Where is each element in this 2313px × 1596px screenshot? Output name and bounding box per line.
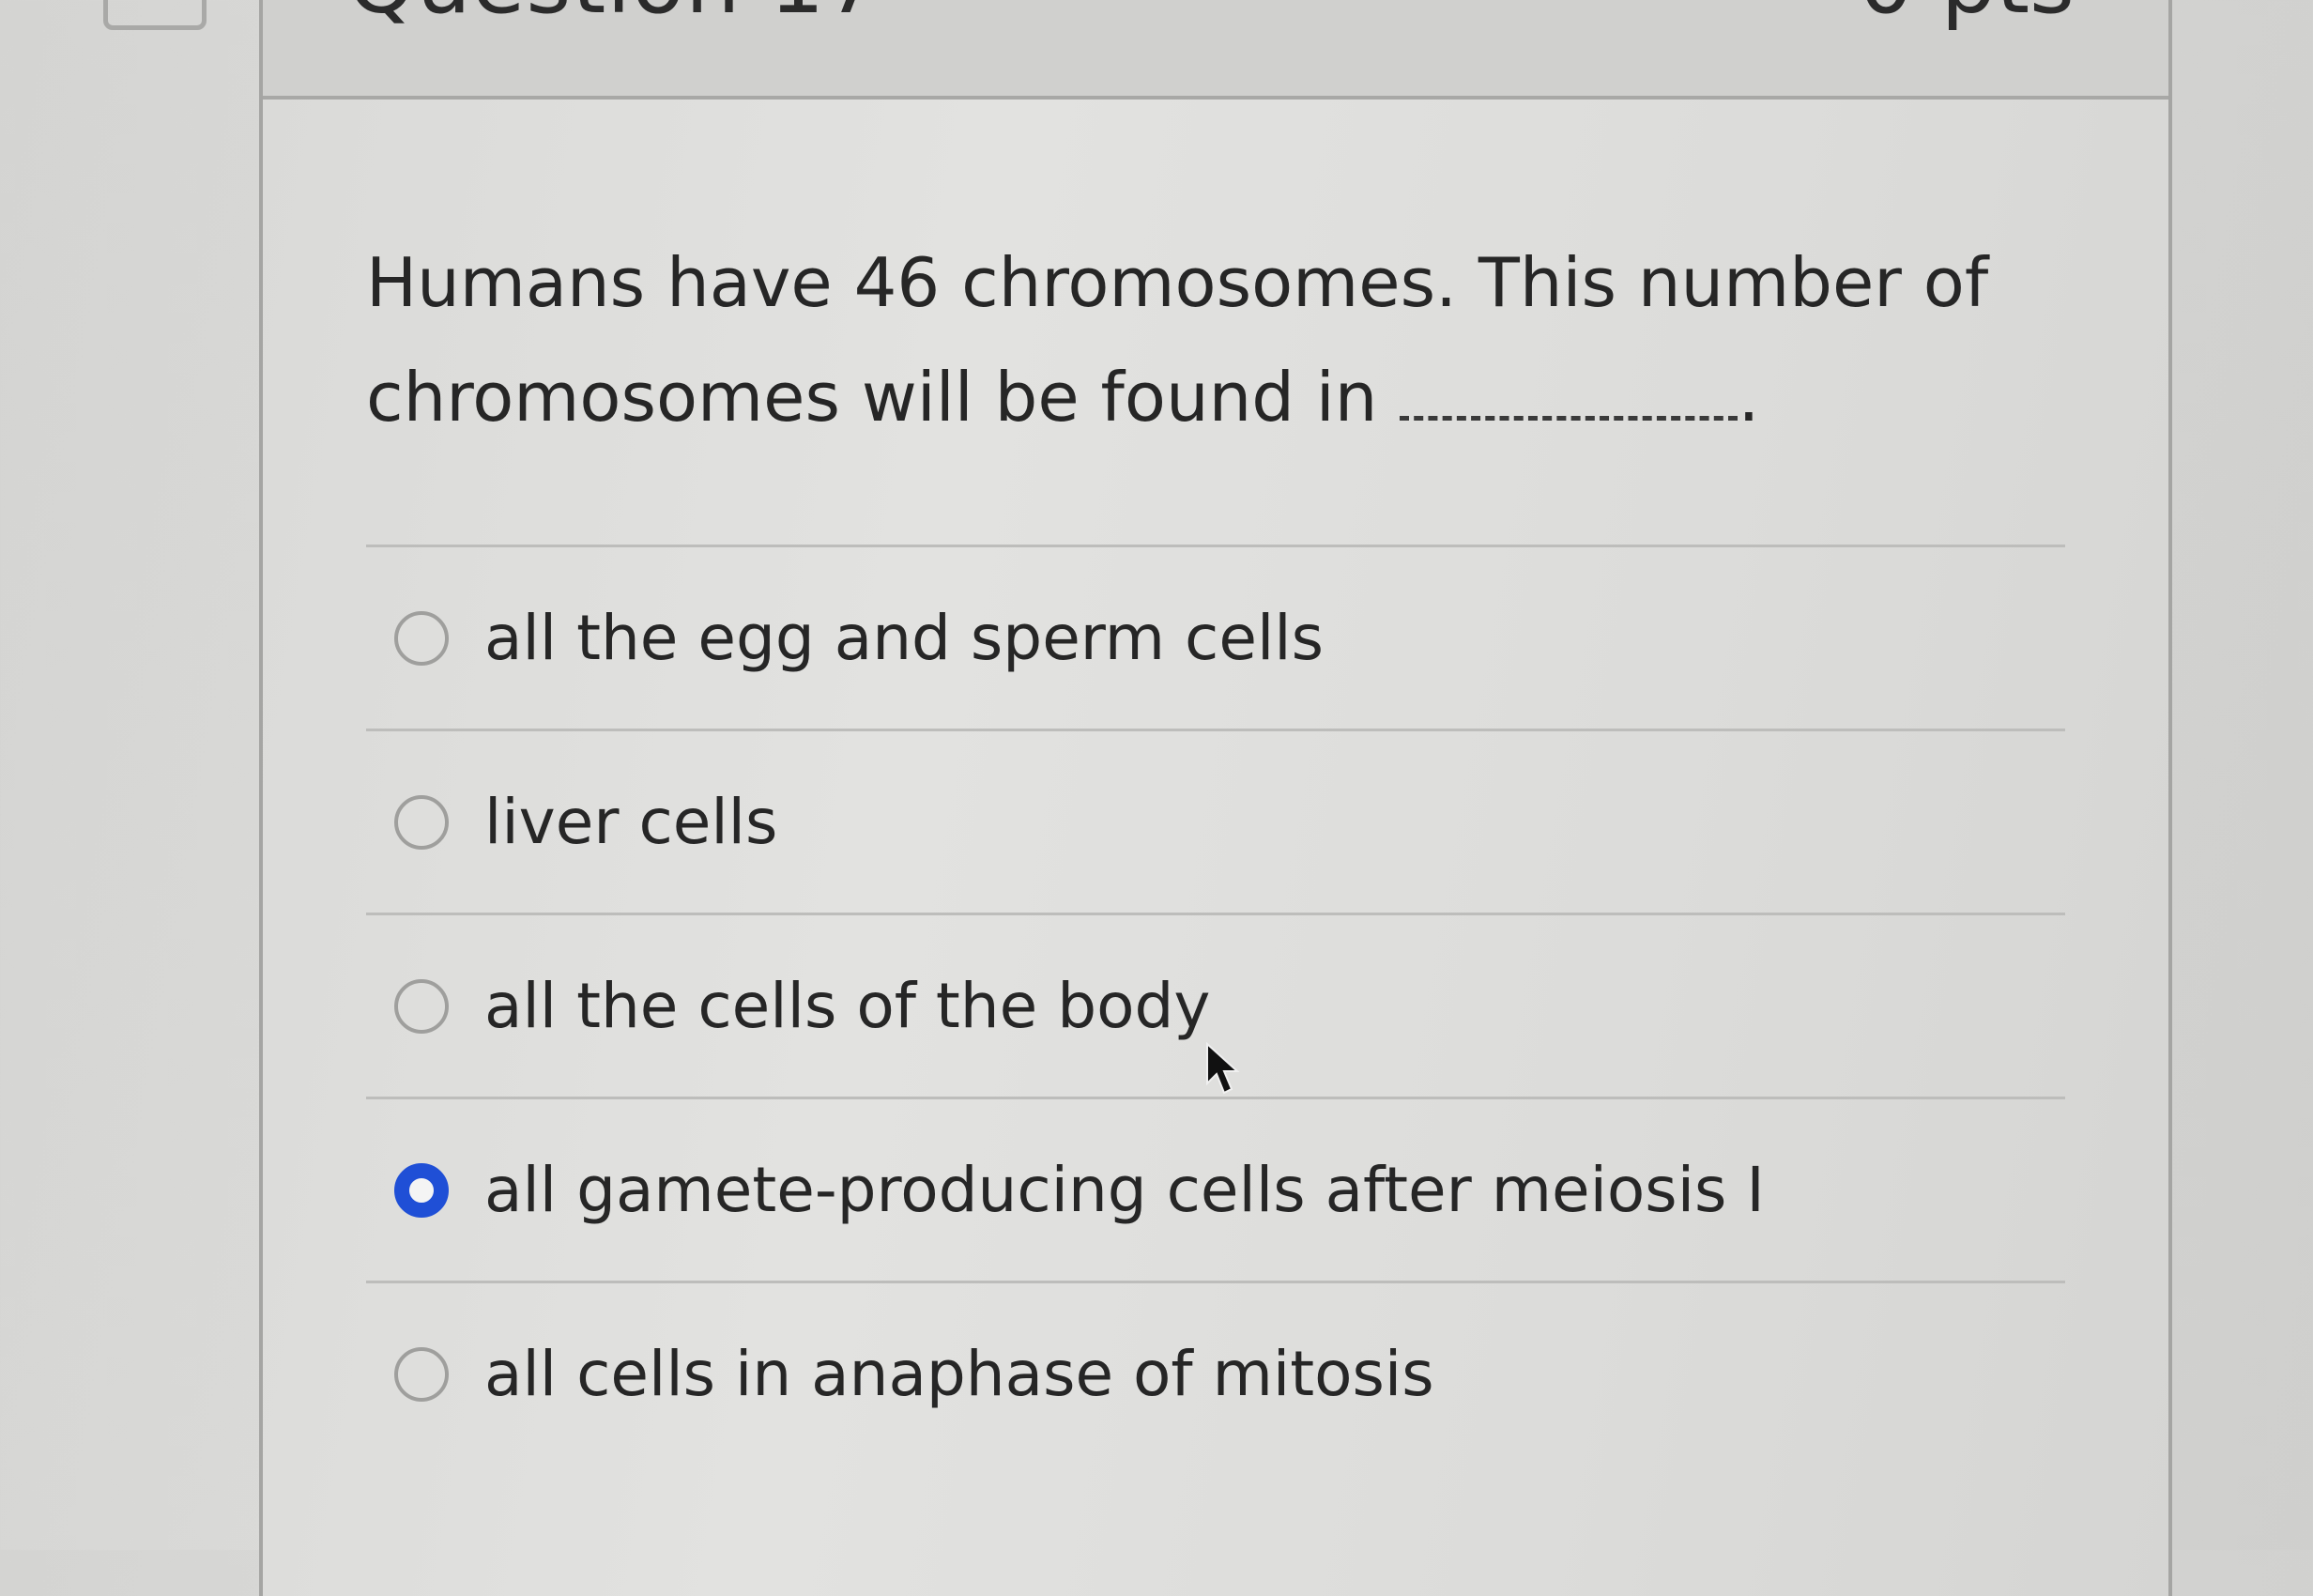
question-title: Question 17: [347, 0, 881, 33]
radio-button-icon[interactable]: [394, 978, 449, 1034]
answer-label: all the cells of the body: [484, 970, 1211, 1042]
answer-label: liver cells: [484, 786, 778, 858]
fill-in-blank: [1400, 407, 1739, 421]
question-header: Question 17 0 pts: [263, 0, 2168, 100]
radio-button-selected-icon[interactable]: [394, 1162, 449, 1218]
question-end-punctuation: .: [1738, 358, 1760, 437]
radio-button-icon[interactable]: [394, 794, 449, 850]
radio-button-icon[interactable]: [394, 1346, 449, 1402]
question-points: 0 pts: [1859, 0, 2075, 33]
answer-label: all cells in anaphase of mitosis: [484, 1338, 1434, 1410]
answer-option-1[interactable]: all the egg and sperm cells: [366, 547, 2065, 729]
answer-label: all the egg and sperm cells: [484, 602, 1324, 674]
answer-option-4[interactable]: all gamete-producing cells after meiosis…: [366, 1099, 2065, 1281]
answer-list: all the egg and sperm cells liver cells …: [366, 545, 2065, 1465]
answer-option-5[interactable]: all cells in anaphase of mitosis: [366, 1283, 2065, 1465]
answer-label: all gamete-producing cells after meiosis…: [484, 1154, 1765, 1226]
previous-question-tab: [103, 0, 207, 30]
answer-option-2[interactable]: liver cells: [366, 731, 2065, 913]
radio-button-icon[interactable]: [394, 610, 449, 666]
mouse-pointer-icon: [1206, 1042, 1240, 1095]
question-card: Question 17 0 pts Humans have 46 chromos…: [259, 0, 2172, 1596]
question-text: Humans have 46 chromosomes. This number …: [366, 225, 2075, 454]
